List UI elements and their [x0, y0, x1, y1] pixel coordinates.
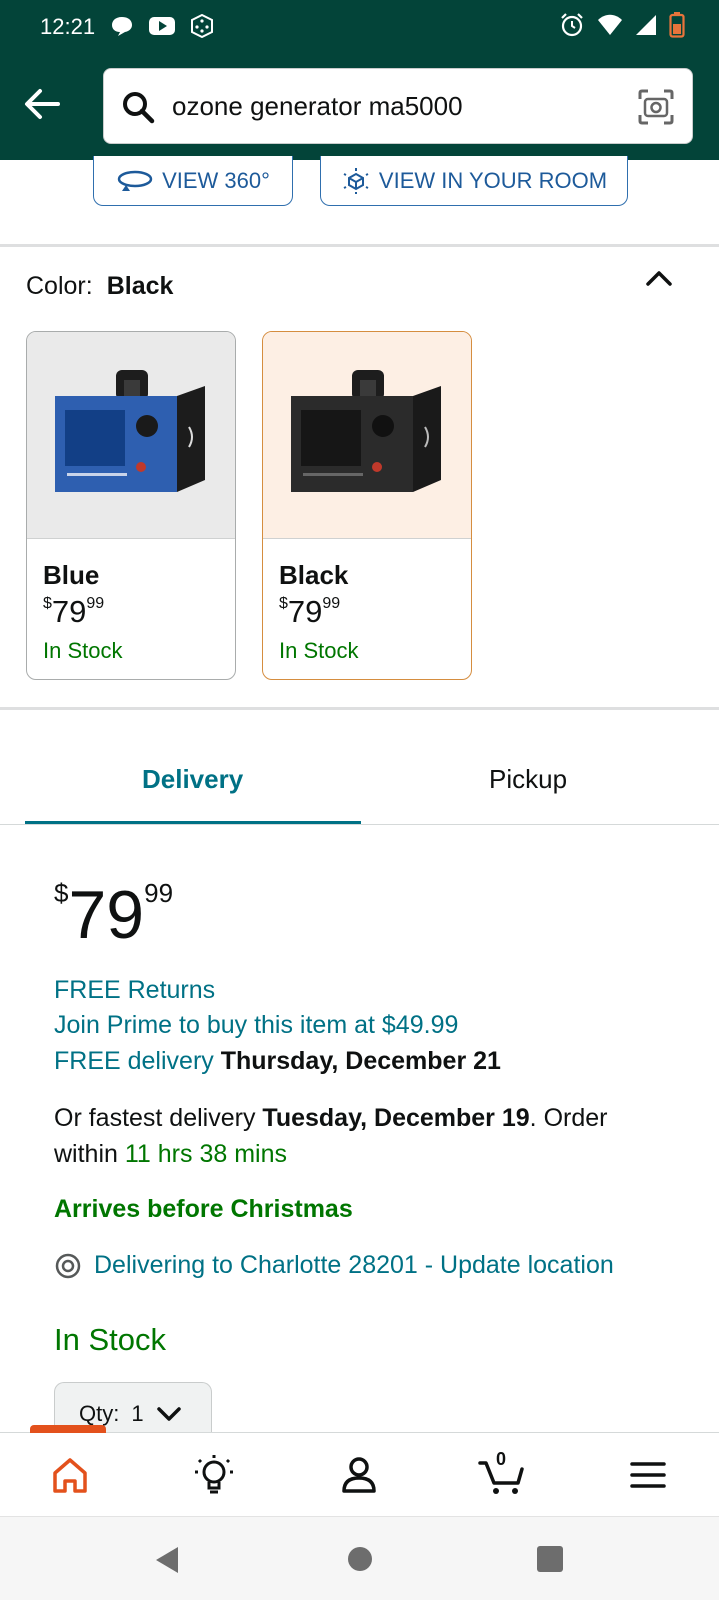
swatch-name: Black: [279, 560, 349, 590]
stock-status: In Stock: [54, 1322, 166, 1357]
search-box[interactable]: ozone generator ma5000: [103, 68, 693, 144]
color-swatch-blue[interactable]: Blue $7999 In Stock: [26, 331, 236, 680]
product-image: [27, 332, 235, 539]
search-header: ozone generator ma5000: [0, 58, 719, 160]
quantity-label: Qty:: [79, 1400, 120, 1426]
camera-search-icon[interactable]: [636, 87, 676, 127]
system-navigation-bar: [0, 1516, 719, 1600]
delivery-location-link[interactable]: Delivering to Charlotte 28201 - Update l…: [54, 1251, 614, 1280]
free-delivery-date: Thursday, December 21: [220, 1047, 501, 1075]
view-360-label: VIEW 360°: [162, 167, 270, 193]
battery-icon: [669, 12, 685, 38]
search-icon[interactable]: [120, 89, 156, 125]
account-icon[interactable]: [337, 1453, 381, 1497]
delivery-location-text: Delivering to Charlotte 28201 - Update l…: [94, 1251, 614, 1279]
view-360-button[interactable]: VIEW 360°: [93, 156, 293, 206]
free-delivery-link[interactable]: FREE delivery: [54, 1047, 214, 1075]
system-back-icon[interactable]: [152, 1545, 182, 1575]
view-in-room-label: VIEW IN YOUR ROOM: [378, 167, 608, 193]
free-returns-link[interactable]: FREE Returns: [54, 976, 215, 1005]
active-nav-indicator: [30, 1425, 106, 1433]
fastest-delivery-text: Or fastest delivery Tuesday, December 19…: [54, 1104, 608, 1168]
product-price: $7999: [54, 877, 174, 953]
status-bar: 12:21: [0, 0, 719, 58]
selected-color: Black: [106, 272, 174, 300]
tab-divider: [0, 824, 719, 825]
back-arrow-icon[interactable]: [22, 84, 62, 124]
dice-icon: [191, 14, 213, 38]
product-image: [263, 332, 471, 539]
wifi-icon: [598, 14, 622, 35]
cart-button[interactable]: 0: [478, 1449, 528, 1497]
status-time: 12:21: [40, 14, 96, 39]
location-pin-icon: [55, 1253, 81, 1278]
chevron-up-icon[interactable]: [645, 268, 673, 288]
search-input[interactable]: ozone generator ma5000: [172, 91, 463, 122]
home-icon[interactable]: [48, 1453, 92, 1497]
rotate-360-icon: [117, 170, 153, 191]
free-delivery-line: FREE delivery Thursday, December 21: [54, 1047, 501, 1076]
system-home-icon[interactable]: [346, 1545, 374, 1573]
ozone-generator-image: [55, 370, 205, 492]
view-in-room-button[interactable]: VIEW IN YOUR ROOM: [320, 156, 628, 206]
swatch-name: Blue: [43, 560, 100, 590]
section-divider: [0, 244, 719, 247]
chat-bubble-icon: [112, 17, 132, 36]
lightbulb-icon[interactable]: [192, 1453, 236, 1497]
quantity-value: 1: [131, 1400, 144, 1426]
youtube-icon: [149, 17, 175, 35]
section-divider: [0, 707, 719, 710]
color-label-text: Color:: [26, 272, 93, 300]
menu-icon[interactable]: [626, 1453, 670, 1497]
chevron-down-icon: [156, 1406, 181, 1421]
alarm-icon: [561, 13, 583, 37]
swatch-price: $7999: [43, 594, 105, 629]
tab-pickup[interactable]: Pickup: [489, 764, 567, 795]
color-label: Color: Black: [26, 272, 173, 301]
arrives-before-christmas: Arrives before Christmas: [54, 1195, 353, 1223]
system-recents-icon[interactable]: [536, 1545, 564, 1573]
swatch-price: $7999: [279, 594, 341, 629]
cart-count-badge: 0: [496, 1449, 507, 1469]
color-swatch-black[interactable]: Black $7999 In Stock: [262, 331, 472, 680]
system-status-icons: [559, 12, 685, 38]
prime-offer-link[interactable]: Join Prime to buy this item at $49.99: [54, 1011, 458, 1040]
delivery-countdown: 11 hrs 38 mins: [124, 1140, 287, 1168]
swatch-stock-status: In Stock: [43, 638, 123, 663]
signal-icon: [636, 15, 656, 35]
tab-delivery[interactable]: Delivery: [142, 764, 243, 795]
bottom-navigation: 0: [0, 1425, 719, 1516]
notification-icons: [110, 14, 214, 38]
ozone-generator-image: [291, 370, 441, 492]
ar-cube-icon: [343, 167, 369, 194]
swatch-stock-status: In Stock: [279, 638, 359, 663]
